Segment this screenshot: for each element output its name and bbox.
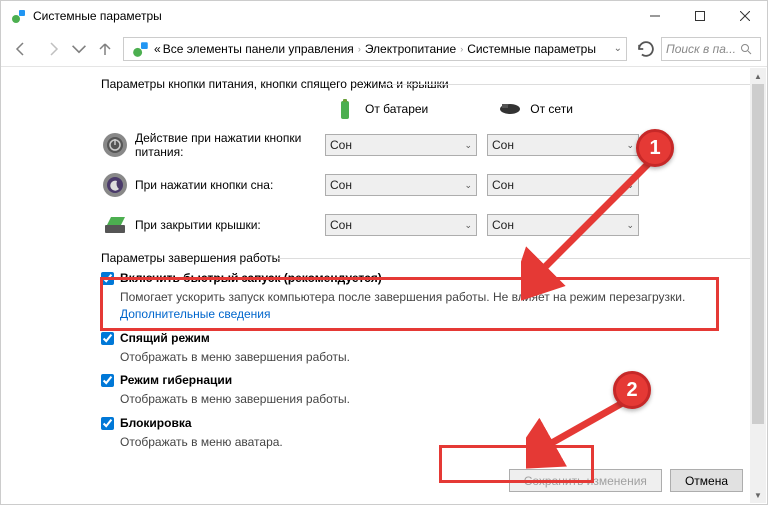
select-power-plugged[interactable]: Сон⌄ [487,134,639,156]
option-description: Отображать в меню завершения работы. [120,391,749,408]
chevron-right-icon: › [460,44,463,54]
breadcrumb-item[interactable]: Системные параметры [467,42,596,56]
scroll-down-icon[interactable]: ▼ [750,487,766,503]
up-button[interactable] [91,35,119,63]
search-icon [740,43,752,55]
checkbox-fast-startup[interactable] [101,272,114,285]
option-description: Отображать в меню аватара. [120,434,749,451]
chevron-down-icon: ⌄ [464,220,472,231]
titlebar: Системные параметры [1,1,767,31]
option-label: Режим гибернации [120,373,232,387]
toolbar: « Все элементы панели управления › Элект… [1,31,767,67]
minimize-button[interactable] [632,1,677,31]
power-button-icon [101,131,129,159]
more-info-link[interactable]: Дополнительные сведения [120,307,270,321]
column-header-battery: От батареи [333,97,428,121]
recent-dropdown[interactable] [71,35,87,63]
annotation-badge: 1 [636,129,674,167]
section-title: Параметры завершения работы [101,251,749,265]
refresh-button[interactable] [635,38,657,60]
chevron-down-icon: ⌄ [626,180,634,191]
checkbox-lock[interactable] [101,417,114,430]
sleep-button-icon [101,171,129,199]
chevron-down-icon[interactable]: ⌄ [614,43,622,54]
option-label: Включить быстрый запуск (рекомендуется) [120,271,382,285]
search-placeholder: Поиск в па... [666,42,736,56]
power-options-icon [11,8,27,24]
vertical-scrollbar[interactable]: ▲ ▼ [750,68,766,503]
option-label: Блокировка [120,416,192,430]
option-label: Спящий режим [120,331,210,345]
annotation-badge: 2 [613,371,651,409]
save-button[interactable]: Сохранить изменения [509,469,662,492]
checkbox-sleep-mode[interactable] [101,332,114,345]
scrollbar-thumb[interactable] [752,84,764,424]
close-button[interactable] [722,1,767,31]
select-lid-plugged[interactable]: Сон⌄ [487,214,639,236]
battery-icon [333,97,357,121]
forward-button[interactable] [39,35,67,63]
select-sleep-plugged[interactable]: Сон⌄ [487,174,639,196]
chevron-down-icon: ⌄ [626,220,634,231]
checkbox-hibernation[interactable] [101,374,114,387]
option-description: Помогает ускорить запуск компьютера посл… [120,289,749,323]
maximize-button[interactable] [677,1,722,31]
breadcrumb-item[interactable]: Электропитание [365,42,456,56]
chevron-right-icon: › [358,44,361,54]
control-panel-icon [132,40,150,58]
row-label-power: Действие при нажатии кнопки питания: [135,131,325,159]
breadcrumb-item[interactable]: Все элементы панели управления [163,42,354,56]
chevron-down-icon: ⌄ [464,180,472,191]
cancel-button[interactable]: Отмена [670,469,743,492]
breadcrumb-prefix[interactable]: « [154,42,161,56]
window-title: Системные параметры [33,9,632,23]
column-header-plugged: От сети [498,97,573,121]
back-button[interactable] [7,35,35,63]
select-lid-battery[interactable]: Сон⌄ [325,214,477,236]
select-sleep-battery[interactable]: Сон⌄ [325,174,477,196]
breadcrumb[interactable]: « Все элементы панели управления › Элект… [123,37,627,61]
chevron-down-icon: ⌄ [464,140,472,151]
section-title: Параметры кнопки питания, кнопки спящего… [101,77,749,91]
row-label-sleep: При нажатии кнопки сна: [135,178,325,192]
select-power-battery[interactable]: Сон⌄ [325,134,477,156]
option-description: Отображать в меню завершения работы. [120,349,749,366]
plug-icon [498,97,522,121]
search-input[interactable]: Поиск в па... [661,37,761,61]
laptop-lid-icon [101,211,129,239]
chevron-down-icon: ⌄ [626,140,634,151]
row-label-lid: При закрытии крышки: [135,218,325,232]
scroll-up-icon[interactable]: ▲ [750,68,766,84]
